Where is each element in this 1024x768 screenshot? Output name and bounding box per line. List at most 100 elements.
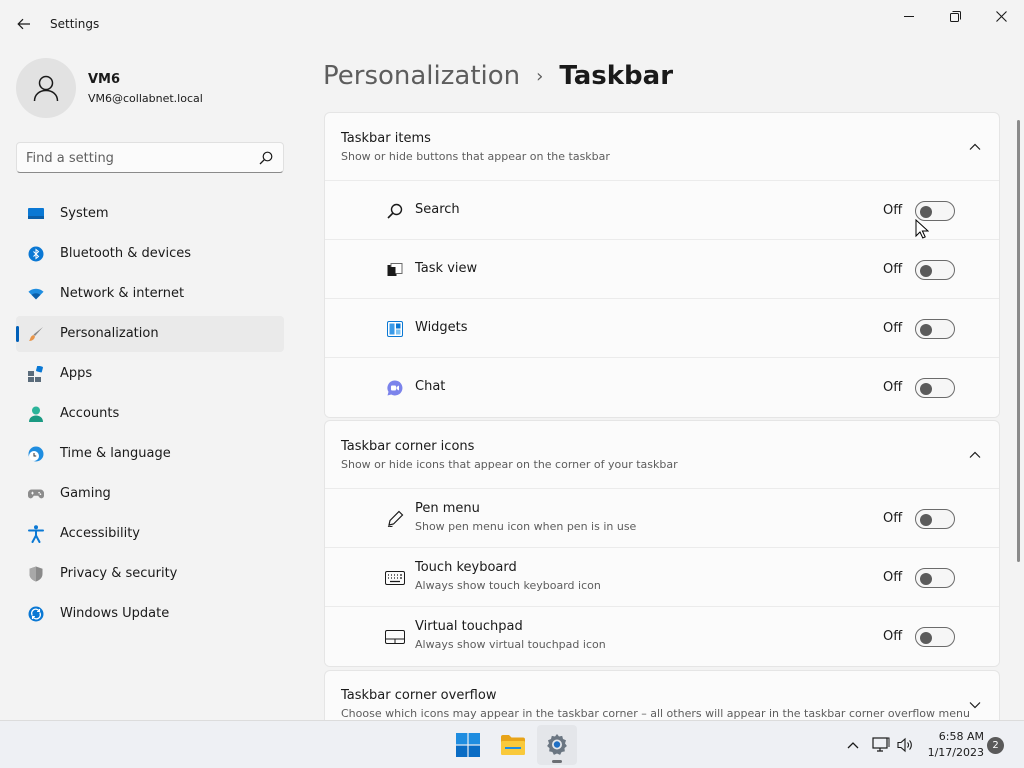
row-label: Virtual touchpad xyxy=(415,619,523,634)
update-icon xyxy=(28,606,44,622)
sidebar-item-label: Personalization xyxy=(60,326,159,341)
shield-icon xyxy=(28,566,44,582)
pen-menu-toggle[interactable] xyxy=(915,509,955,529)
setting-row-pen-menu: Pen menu Show pen menu icon when pen is … xyxy=(325,489,999,548)
close-icon xyxy=(995,10,1007,22)
user-name: VM6 xyxy=(88,72,121,87)
taskbar-items-header[interactable]: Taskbar items Show or hide buttons that … xyxy=(325,113,999,181)
sidebar-item-label: Windows Update xyxy=(60,606,170,621)
toggle-state: Off xyxy=(883,203,903,218)
sidebar-item-label: Network & internet xyxy=(60,286,185,301)
search-toggle[interactable] xyxy=(915,201,955,221)
sidebar-item-label: Gaming xyxy=(60,486,111,501)
maximize-button[interactable] xyxy=(932,0,978,32)
sidebar-item-label: Bluetooth & devices xyxy=(60,246,191,261)
chat-toggle[interactable] xyxy=(915,378,955,398)
section-subtitle: Show or hide buttons that appear on the … xyxy=(341,150,610,163)
volume-icon[interactable] xyxy=(896,735,916,755)
clock-time: 6:58 AM xyxy=(938,730,984,743)
row-label: Chat xyxy=(415,379,446,394)
clock[interactable]: 6:58 AM 1/17/2023 xyxy=(922,729,984,761)
network-status-icon[interactable] xyxy=(871,735,891,755)
touchpad-icon xyxy=(385,628,405,646)
user-email: VM6@collabnet.local xyxy=(88,92,203,105)
chevron-up-icon[interactable] xyxy=(967,139,983,155)
setting-row-virtual-touchpad: Virtual touchpad Always show virtual tou… xyxy=(325,607,999,666)
widgets-icon xyxy=(385,320,405,338)
sidebar-item-accessibility[interactable]: Accessibility xyxy=(16,516,284,552)
sidebar-item-windows-update[interactable]: Windows Update xyxy=(16,596,284,632)
bluetooth-icon xyxy=(28,246,44,262)
accounts-icon xyxy=(28,406,44,422)
section-title: Taskbar corner overflow xyxy=(341,688,497,703)
search-icon[interactable] xyxy=(259,150,273,169)
wifi-icon xyxy=(28,286,44,302)
gamepad-icon xyxy=(28,486,44,502)
minimize-button[interactable] xyxy=(886,0,932,32)
keyboard-icon xyxy=(385,569,405,587)
section-subtitle: Show or hide icons that appear on the co… xyxy=(341,458,678,471)
close-button[interactable] xyxy=(978,0,1024,32)
sidebar-item-system[interactable]: System xyxy=(16,196,284,232)
toggle-state: Off xyxy=(883,380,903,395)
breadcrumb-parent[interactable]: Personalization xyxy=(323,61,520,91)
sidebar-item-bluetooth[interactable]: Bluetooth & devices xyxy=(16,236,284,272)
breadcrumb-separator: › xyxy=(536,65,544,87)
start-button[interactable] xyxy=(448,725,488,765)
task-view-toggle[interactable] xyxy=(915,260,955,280)
setting-row-search: Search Off xyxy=(325,181,999,240)
folder-icon xyxy=(501,735,525,755)
settings-search[interactable] xyxy=(16,142,284,173)
row-label: Pen menu xyxy=(415,501,480,516)
sidebar-item-label: Privacy & security xyxy=(60,566,178,581)
sidebar-nav: System Bluetooth & devices Network & int… xyxy=(16,196,284,636)
apps-icon xyxy=(28,366,44,382)
toggle-state: Off xyxy=(883,262,903,277)
taskbar-items-card: Taskbar items Show or hide buttons that … xyxy=(324,112,1000,418)
search-input[interactable] xyxy=(26,149,246,167)
setting-row-task-view: Task view Off xyxy=(325,240,999,299)
mouse-cursor-icon xyxy=(915,219,929,239)
row-label: Touch keyboard xyxy=(415,560,517,575)
avatar xyxy=(16,58,76,118)
notification-badge[interactable]: 2 xyxy=(987,737,1004,754)
corner-icons-header[interactable]: Taskbar corner icons Show or hide icons … xyxy=(325,421,999,489)
back-button[interactable] xyxy=(10,10,38,38)
row-label: Widgets xyxy=(415,320,468,335)
sidebar-item-label: Accessibility xyxy=(60,526,140,541)
setting-row-chat: Chat Off xyxy=(325,358,999,417)
minimize-icon xyxy=(904,16,914,17)
clock-date: 1/17/2023 xyxy=(927,746,984,759)
sidebar-item-time-language[interactable]: Time & language xyxy=(16,436,284,472)
task-view-icon xyxy=(385,261,405,279)
sidebar-item-privacy[interactable]: Privacy & security xyxy=(16,556,284,592)
chevron-down-icon[interactable] xyxy=(967,697,983,713)
corner-icons-card: Taskbar corner icons Show or hide icons … xyxy=(324,420,1000,667)
sidebar-item-accounts[interactable]: Accounts xyxy=(16,396,284,432)
sidebar-item-apps[interactable]: Apps xyxy=(16,356,284,392)
virtual-touchpad-toggle[interactable] xyxy=(915,627,955,647)
restore-icon xyxy=(949,10,961,22)
toggle-state: Off xyxy=(883,321,903,336)
scrollbar[interactable] xyxy=(1017,120,1020,562)
toggle-state: Off xyxy=(883,511,903,526)
accessibility-icon xyxy=(28,525,44,543)
row-label: Task view xyxy=(415,261,478,276)
touch-keyboard-toggle[interactable] xyxy=(915,568,955,588)
chevron-up-icon[interactable] xyxy=(967,447,983,463)
corner-overflow-card[interactable]: Taskbar corner overflow Choose which ico… xyxy=(324,670,1000,726)
widgets-toggle[interactable] xyxy=(915,319,955,339)
sidebar-item-personalization[interactable]: Personalization xyxy=(16,316,284,352)
file-explorer-button[interactable] xyxy=(493,725,533,765)
sidebar-item-label: Time & language xyxy=(60,446,171,461)
sidebar-item-gaming[interactable]: Gaming xyxy=(16,476,284,512)
clock-globe-icon xyxy=(28,446,44,462)
sidebar-item-label: Apps xyxy=(60,366,93,381)
taskbar: 6:58 AM 1/17/2023 2 xyxy=(0,720,1024,768)
chevron-up-icon[interactable] xyxy=(843,735,863,755)
sidebar-item-network[interactable]: Network & internet xyxy=(16,276,284,312)
settings-taskbar-button[interactable] xyxy=(537,725,577,765)
section-title: Taskbar items xyxy=(341,131,431,146)
app-title: Settings xyxy=(50,17,100,31)
person-icon xyxy=(33,75,59,102)
